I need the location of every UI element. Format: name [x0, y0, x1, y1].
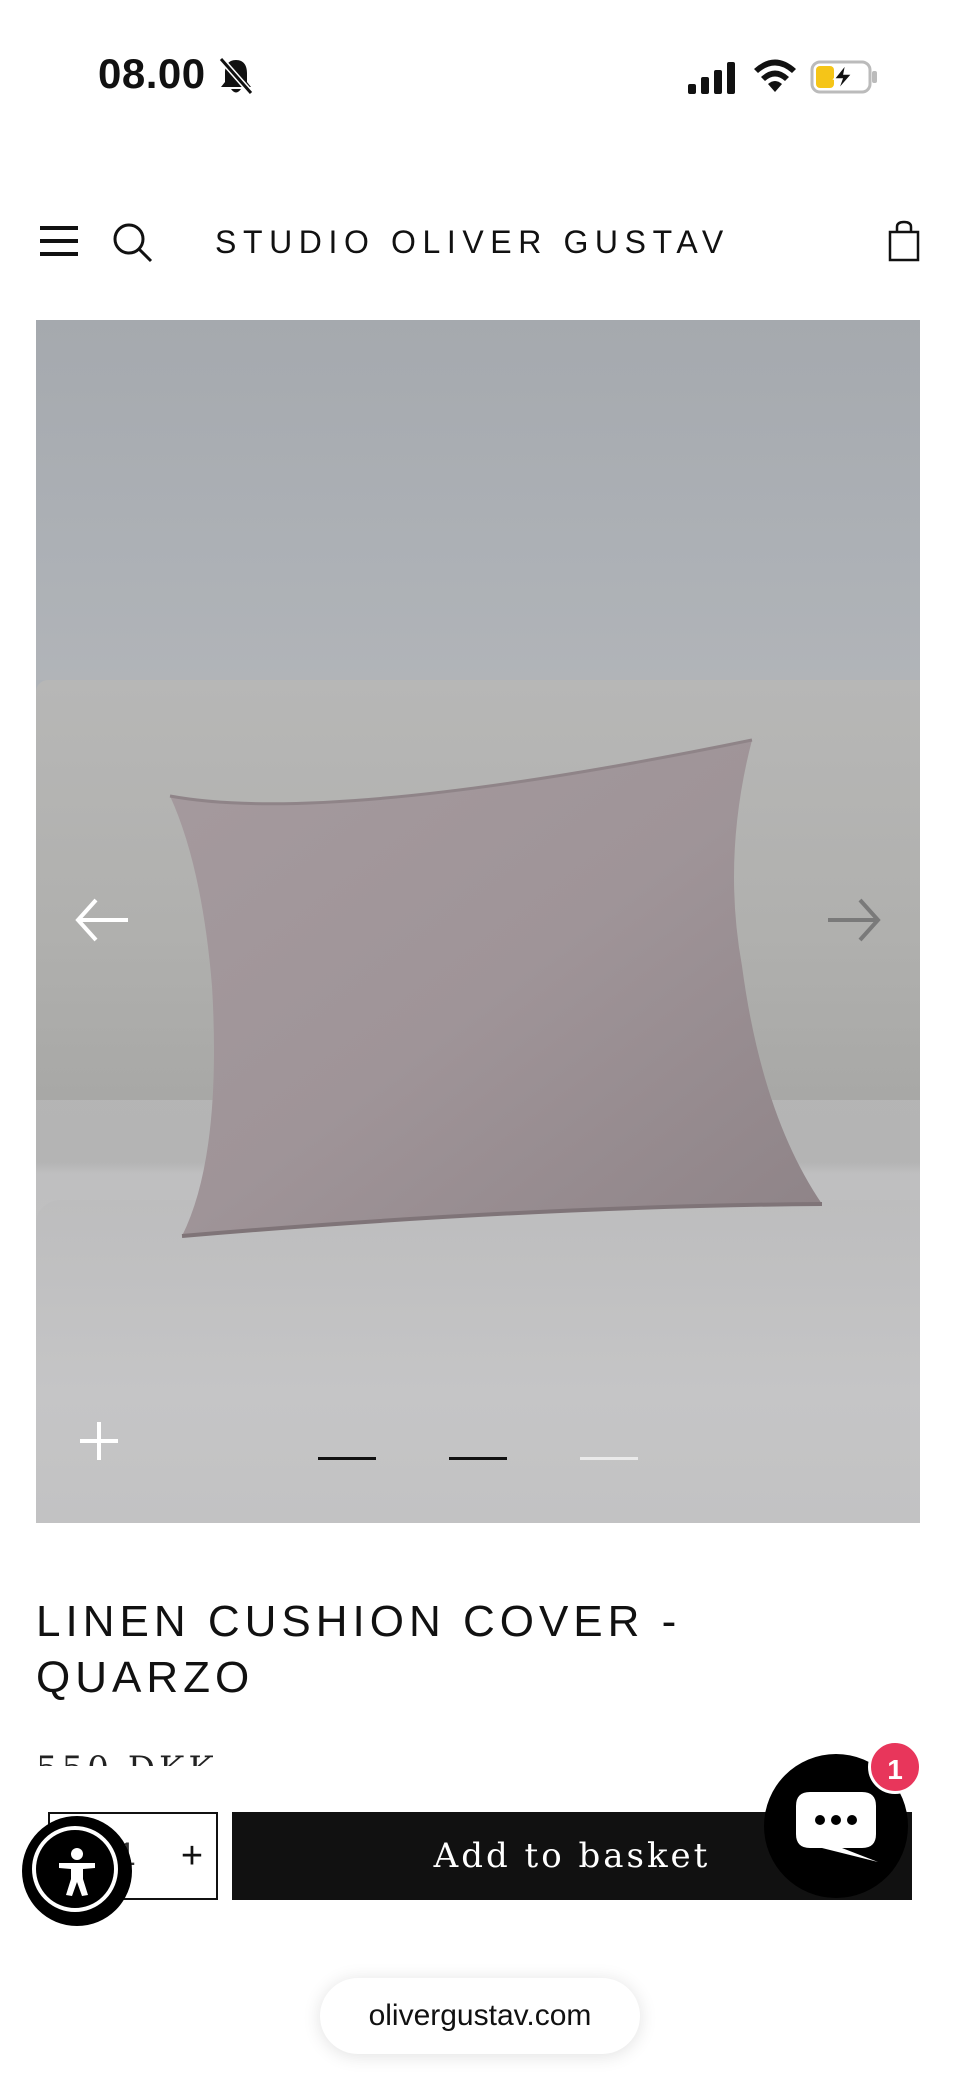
wifi-icon: [754, 59, 796, 92]
accessibility-person-icon: [59, 1848, 95, 1896]
product-title-line2: QUARZO: [36, 1653, 255, 1702]
sofa-seat: [36, 1200, 920, 1523]
cushion: [169, 738, 822, 1238]
slide-indicators: [318, 1448, 638, 1468]
battery-charging-icon: [810, 60, 877, 94]
url-text: olivergustav.com: [368, 1999, 592, 2032]
product-price: 550 DKK: [36, 1744, 336, 1766]
slide-indicator-1[interactable]: [318, 1457, 376, 1460]
product-image[interactable]: [36, 320, 920, 1523]
arrow-left-icon[interactable]: [72, 880, 132, 960]
chat-bubble-icon: [796, 1792, 878, 1862]
status-time: 08.00: [98, 50, 206, 97]
price-container: 550 DKK: [36, 1744, 336, 1766]
zoom-plus-icon[interactable]: [74, 1416, 124, 1466]
menu-icon[interactable]: [40, 224, 80, 258]
arrow-right-icon[interactable]: [824, 880, 884, 960]
bell-off-icon: [218, 57, 254, 95]
add-to-basket-label: Add to basket: [433, 1836, 711, 1876]
accessibility-button[interactable]: [22, 1816, 132, 1926]
search-icon[interactable]: [112, 222, 154, 264]
cellular-signal-icon: [688, 62, 735, 94]
slide-indicator-2[interactable]: [449, 1457, 507, 1460]
brand-logo[interactable]: STUDIO OLIVER GUSTAV: [215, 224, 730, 261]
quantity-increase-button[interactable]: +: [170, 1824, 214, 1888]
slide-indicator-3[interactable]: [580, 1457, 638, 1460]
product-title: LINEN CUSHION COVER - QUARZO: [36, 1594, 796, 1706]
product-title-line1: LINEN CUSHION COVER -: [36, 1597, 682, 1646]
shopping-bag-icon[interactable]: [888, 220, 920, 262]
chat-notification-badge: 1: [868, 1740, 922, 1794]
wall-background: [36, 320, 920, 680]
browser-url-bar[interactable]: olivergustav.com: [320, 1978, 640, 2054]
